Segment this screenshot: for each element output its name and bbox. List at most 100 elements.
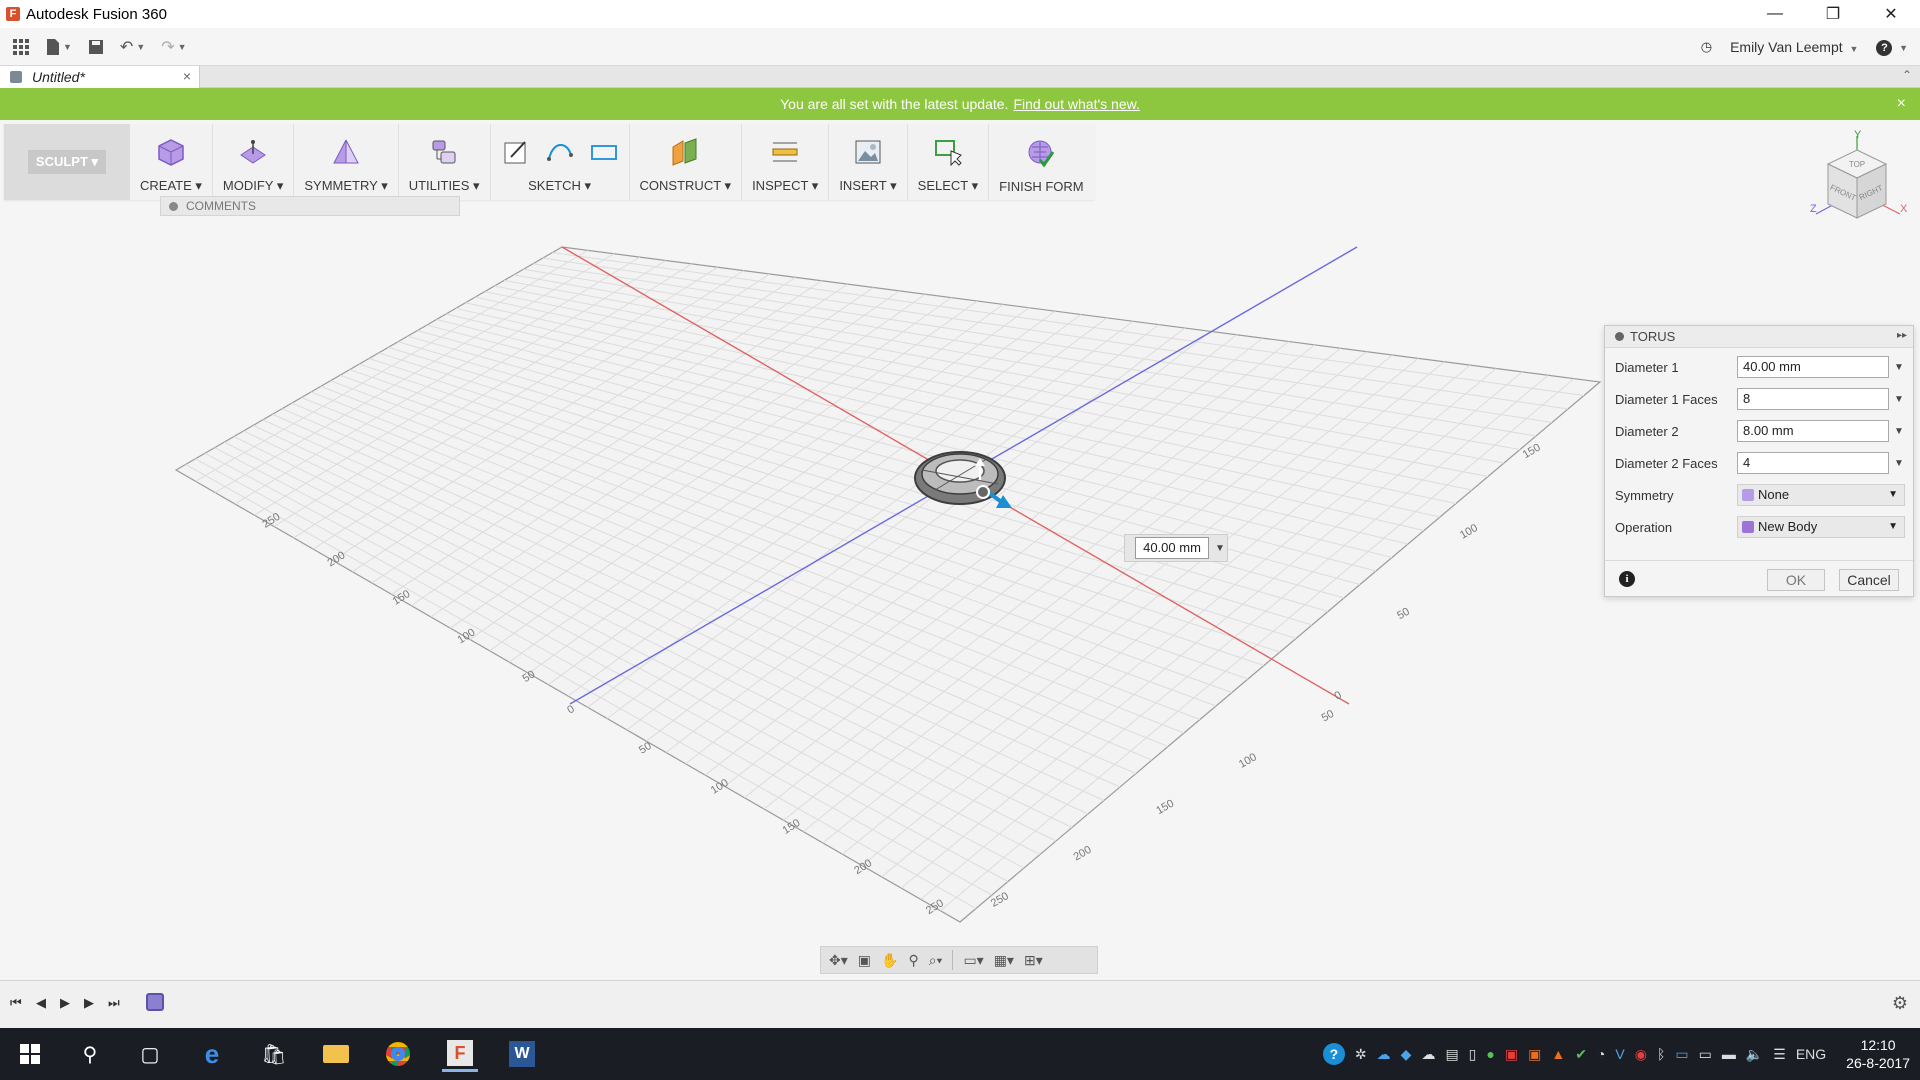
ok-button[interactable]: OK xyxy=(1767,569,1825,591)
finish-form-button[interactable]: FINISH FORM xyxy=(989,124,1094,200)
play-icon[interactable]: ▶ xyxy=(60,995,70,1011)
torus-dialog-header[interactable]: TORUS ▸▸ xyxy=(1605,326,1913,348)
check-icon[interactable]: ✔ xyxy=(1575,1046,1587,1063)
undo-button[interactable]: ↶ ▼ xyxy=(116,33,149,61)
help-tray-icon[interactable]: ? xyxy=(1322,1043,1345,1065)
modify-menu[interactable]: MODIFY ▾ xyxy=(213,124,295,200)
diameter-1-input[interactable]: 40.00 mm xyxy=(1737,356,1889,378)
cloud-icon[interactable]: ☁ xyxy=(1421,1046,1435,1063)
cancel-button[interactable]: Cancel xyxy=(1839,569,1899,591)
wifi-icon[interactable]: ◔ xyxy=(1597,1046,1605,1062)
fit-icon[interactable]: ⌕▾ xyxy=(929,952,943,969)
user-menu[interactable]: Emily Van Leempt ▼ xyxy=(1730,39,1858,55)
language-indicator[interactable]: ENG xyxy=(1796,1046,1826,1062)
timeline-feature-marker[interactable] xyxy=(146,993,164,1011)
sync-icon[interactable]: ● xyxy=(1486,1046,1494,1062)
diameter-2-input[interactable]: 8.00 mm xyxy=(1737,420,1889,442)
network-icon[interactable]: ▭ xyxy=(1699,1046,1712,1063)
document-tab[interactable]: Untitled* × xyxy=(0,66,200,88)
volume-icon[interactable]: 🔈 xyxy=(1746,1046,1763,1063)
inspect-menu[interactable]: INSPECT ▾ xyxy=(742,124,830,200)
job-status-icon[interactable]: ◷ xyxy=(1701,39,1712,55)
store-taskbar-button[interactable]: 🛍 xyxy=(256,1036,292,1072)
workspace-switcher[interactable]: SCULPT ▾ xyxy=(4,124,130,200)
symmetry-menu[interactable]: SYMMETRY ▾ xyxy=(294,124,399,200)
chevron-down-icon[interactable]: ▼ xyxy=(1894,362,1904,373)
minimize-button[interactable]: — xyxy=(1746,0,1804,28)
tray-app-icon[interactable]: ▤ xyxy=(1445,1046,1458,1063)
pan-icon[interactable]: ✋ xyxy=(881,952,898,969)
pdf-icon[interactable]: ▣ xyxy=(1505,1046,1518,1063)
info-icon[interactable]: i xyxy=(1619,571,1635,587)
zoom-icon[interactable]: ⚲ xyxy=(908,952,918,969)
create-menu[interactable]: CREATE ▾ xyxy=(130,124,213,200)
diameter-1-faces-input[interactable]: 8 xyxy=(1737,388,1889,410)
dimension-value-field[interactable]: 40.00 mm xyxy=(1135,537,1209,559)
grid-scale-label: 200 xyxy=(1072,844,1094,864)
chevron-down-icon[interactable]: ▼ xyxy=(1894,458,1904,469)
select-menu[interactable]: SELECT ▾ xyxy=(908,124,990,200)
grid-settings-icon[interactable]: ▦▾ xyxy=(994,952,1014,969)
close-tab-icon[interactable]: × xyxy=(183,68,191,84)
step-forward-icon[interactable]: ▶ xyxy=(84,995,94,1011)
display-settings-icon[interactable]: ▭▾ xyxy=(963,952,983,969)
task-view-button[interactable]: ▢ xyxy=(132,1036,168,1072)
chevron-down-icon[interactable]: ▼ xyxy=(1894,426,1904,437)
start-button[interactable] xyxy=(12,1036,48,1072)
go-to-start-icon[interactable]: ⏮ xyxy=(10,995,22,1011)
battery-icon[interactable]: ▬ xyxy=(1722,1046,1736,1062)
utilities-icon xyxy=(432,140,456,164)
file-menu-button[interactable]: ▼ xyxy=(42,33,76,61)
sketch-menu[interactable]: SKETCH ▾ xyxy=(491,124,630,200)
save-button[interactable] xyxy=(84,33,108,61)
security-icon[interactable]: ◉ xyxy=(1635,1046,1647,1063)
redo-button[interactable]: ↷ ▼ xyxy=(157,33,190,61)
go-to-end-icon[interactable]: ⏭ xyxy=(108,995,120,1011)
settings-tray-icon[interactable]: ✲ xyxy=(1355,1046,1367,1063)
diameter-2-faces-input[interactable]: 4 xyxy=(1737,452,1889,474)
onedrive-icon[interactable]: ☁ xyxy=(1377,1046,1391,1063)
dropbox-icon[interactable]: ◆ xyxy=(1401,1046,1412,1063)
data-panel-button[interactable] xyxy=(8,33,34,61)
view-cube[interactable]: TOP FRONT RIGHT Y X Z xyxy=(1800,128,1910,238)
comments-bar[interactable]: COMMENTS xyxy=(160,196,460,216)
restore-button[interactable]: ❐ xyxy=(1804,0,1862,28)
operation-select[interactable]: New Body ▼ xyxy=(1737,516,1905,538)
chrome-taskbar-button[interactable] xyxy=(380,1036,416,1072)
bluetooth-icon[interactable]: ᛒ xyxy=(1657,1046,1665,1062)
insert-menu[interactable]: INSERT ▾ xyxy=(829,124,908,200)
chevron-down-icon[interactable]: ▼ xyxy=(1894,394,1904,405)
chevron-down-icon[interactable]: ▼ xyxy=(1215,543,1225,554)
display-icon[interactable]: ▭ xyxy=(1675,1046,1688,1063)
collapse-icon[interactable]: ⌃ xyxy=(1902,68,1912,82)
clock[interactable]: 12:10 26-8-2017 xyxy=(1846,1036,1910,1072)
collapse-dialog-icon[interactable] xyxy=(1615,332,1624,341)
search-button[interactable]: ⚲ xyxy=(72,1036,108,1072)
office-icon[interactable]: ▣ xyxy=(1528,1046,1541,1063)
fusion-taskbar-button[interactable]: F xyxy=(442,1036,478,1072)
help-menu[interactable]: ? ▼ xyxy=(1876,39,1908,56)
expand-comments-icon[interactable] xyxy=(169,201,178,211)
notifications-icon[interactable]: ☰ xyxy=(1773,1046,1786,1063)
construct-menu[interactable]: CONSTRUCT ▾ xyxy=(630,124,743,200)
expand-dialog-icon[interactable]: ▸▸ xyxy=(1897,330,1907,341)
viewports-icon[interactable]: ⊞▾ xyxy=(1024,952,1043,969)
undo-icon: ↶ xyxy=(119,38,134,56)
banner-close-icon[interactable]: × xyxy=(1897,95,1906,113)
gear-icon[interactable]: ⚙ xyxy=(1892,993,1908,1014)
autodesk-icon[interactable]: ▲ xyxy=(1551,1046,1565,1062)
usb-icon[interactable]: ▯ xyxy=(1469,1046,1477,1063)
word-taskbar-button[interactable]: W xyxy=(504,1036,540,1072)
symmetry-select[interactable]: None ▼ xyxy=(1737,484,1905,506)
clock-time: 12:10 xyxy=(1860,1037,1896,1053)
utilities-menu[interactable]: UTILITIES ▾ xyxy=(399,124,491,200)
edge-taskbar-button[interactable]: e xyxy=(194,1036,230,1072)
symmetry-label: SYMMETRY ▾ xyxy=(304,178,388,193)
orbit-icon[interactable]: ✥▾ xyxy=(829,952,848,969)
step-back-icon[interactable]: ◀ xyxy=(36,995,46,1011)
close-window-button[interactable]: ✕ xyxy=(1862,0,1920,28)
explorer-taskbar-button[interactable] xyxy=(318,1036,354,1072)
look-at-icon[interactable]: ▣ xyxy=(858,952,871,969)
antivirus-icon[interactable]: V xyxy=(1615,1046,1624,1062)
whats-new-link[interactable]: Find out what's new. xyxy=(1013,96,1139,112)
